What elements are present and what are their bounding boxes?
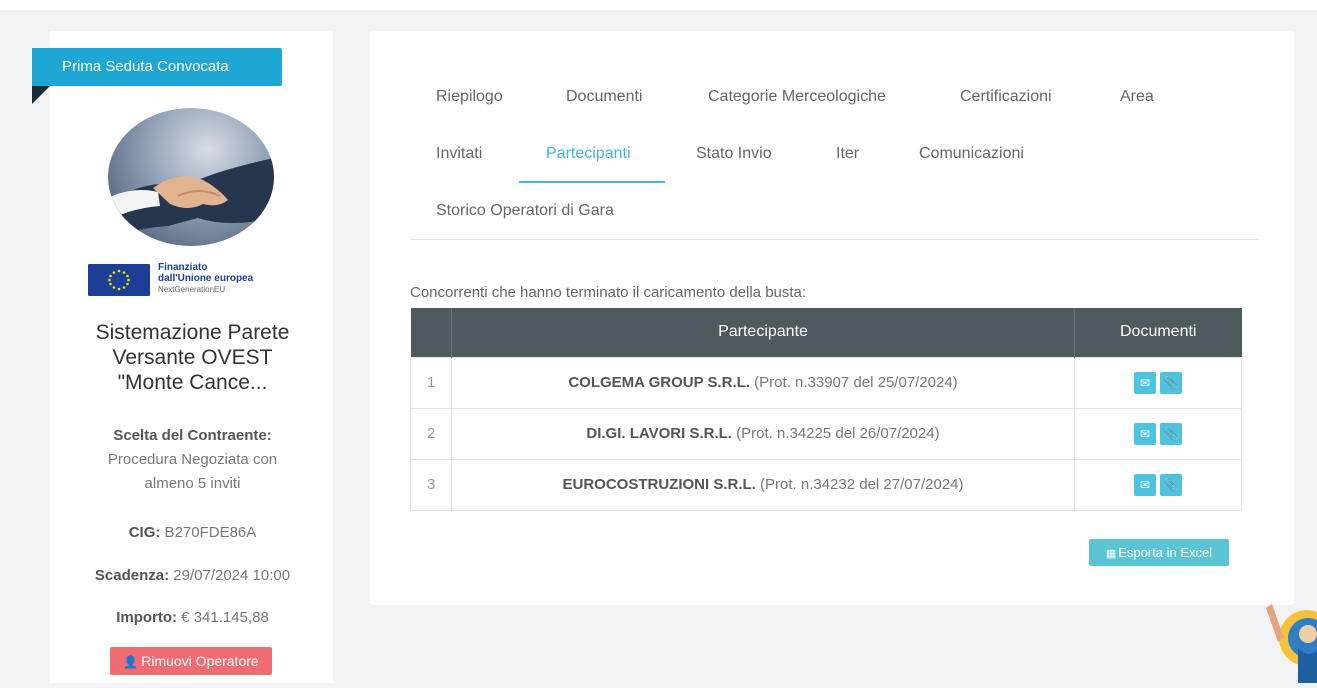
documents-cell: ✉ 📎 (1074, 407, 1242, 460)
tab-categorie-merceologiche[interactable]: Categorie Merceologiche (708, 88, 886, 106)
tender-title: Sistemazione Parete Versante OVEST "Mont… (95, 321, 290, 394)
paperclip-icon[interactable]: 📎 (1160, 371, 1182, 394)
col-header-partecipante: Partecipante (451, 308, 1075, 357)
handshake-image (108, 108, 274, 246)
participant-cell: DI.GI. LAVORI S.R.L. (Prot. n.34225 del … (451, 407, 1075, 460)
active-tab-indicator (519, 181, 665, 183)
eu-funding-logo: Finanziato dall'Unione europea NextGener… (88, 262, 298, 296)
tab-comunicazioni[interactable]: Comunicazioni (919, 145, 1024, 163)
export-excel-button[interactable]: ▦ Esporta in Excel (1089, 539, 1229, 566)
tab-invitati[interactable]: Invitati (436, 145, 482, 163)
participant-cell: COLGEMA GROUP S.R.L. (Prot. n.33907 del … (451, 356, 1075, 409)
row-number: 3 (410, 458, 452, 511)
paperclip-icon[interactable]: 📎 (1160, 422, 1182, 445)
scadenza-info: Scadenza: 29/07/2024 10:00 (94, 567, 291, 584)
documents-cell: ✉ 📎 (1074, 356, 1242, 409)
table-icon: ▦ (1105, 548, 1117, 560)
table-row: 1 COLGEMA GROUP S.R.L. (Prot. n.33907 de… (410, 356, 1242, 409)
envelope-icon[interactable]: ✉ (1134, 422, 1156, 445)
tab-riepilogo[interactable]: Riepilogo (436, 88, 503, 106)
tab-area[interactable]: Area (1120, 88, 1154, 106)
tab-stato-invio[interactable]: Stato Invio (696, 145, 772, 163)
scelta-contraente: Scelta del Contraente: Procedura Negozia… (107, 427, 278, 492)
row-number: 1 (410, 356, 452, 409)
envelope-icon[interactable]: ✉ (1134, 371, 1156, 394)
col-header-documenti: Documenti (1074, 308, 1242, 357)
user-remove-icon: 👤 (123, 655, 139, 669)
cig-info: CIG: B270FDE86A (128, 524, 257, 541)
table-row: 2 DI.GI. LAVORI S.R.L. (Prot. n.34225 de… (410, 407, 1242, 460)
tab-iter[interactable]: Iter (836, 145, 859, 163)
tab-certificazioni[interactable]: Certificazioni (960, 88, 1052, 106)
tab-storico-operatori[interactable]: Storico Operatori di Gara (436, 202, 614, 220)
assistant-mascot[interactable] (1262, 598, 1317, 683)
remove-operator-button[interactable]: 👤 Rimuovi Operatore (110, 647, 272, 675)
envelope-icon[interactable]: ✉ (1134, 473, 1156, 496)
row-number: 2 (410, 407, 452, 460)
participant-cell: EUROCOSTRUZIONI S.R.L. (Prot. n.34232 de… (451, 458, 1075, 511)
status-ribbon: Prima Seduta Convocata (32, 48, 282, 86)
tab-partecipanti[interactable]: Partecipanti (546, 145, 631, 163)
tabs-divider (410, 239, 1258, 240)
documents-cell: ✉ 📎 (1074, 458, 1242, 511)
table-caption: Concorrenti che hanno terminato il caric… (410, 284, 807, 301)
tab-documenti[interactable]: Documenti (566, 88, 642, 106)
ribbon-fold (32, 86, 50, 104)
participants-table: Partecipante Documenti 1 COLGEMA GROUP S… (410, 308, 1242, 511)
table-row: 3 EUROCOSTRUZIONI S.R.L. (Prot. n.34232 … (410, 458, 1242, 511)
importo-info: Importo: € 341.145,88 (116, 609, 269, 626)
paperclip-icon[interactable]: 📎 (1160, 473, 1182, 496)
eu-flag-icon (88, 264, 150, 296)
top-strip (0, 0, 1317, 10)
table-header-row: Partecipante Documenti (410, 308, 1242, 357)
col-header-num (410, 308, 452, 357)
eu-logo-text: Finanziato dall'Unione europea NextGener… (158, 262, 254, 294)
